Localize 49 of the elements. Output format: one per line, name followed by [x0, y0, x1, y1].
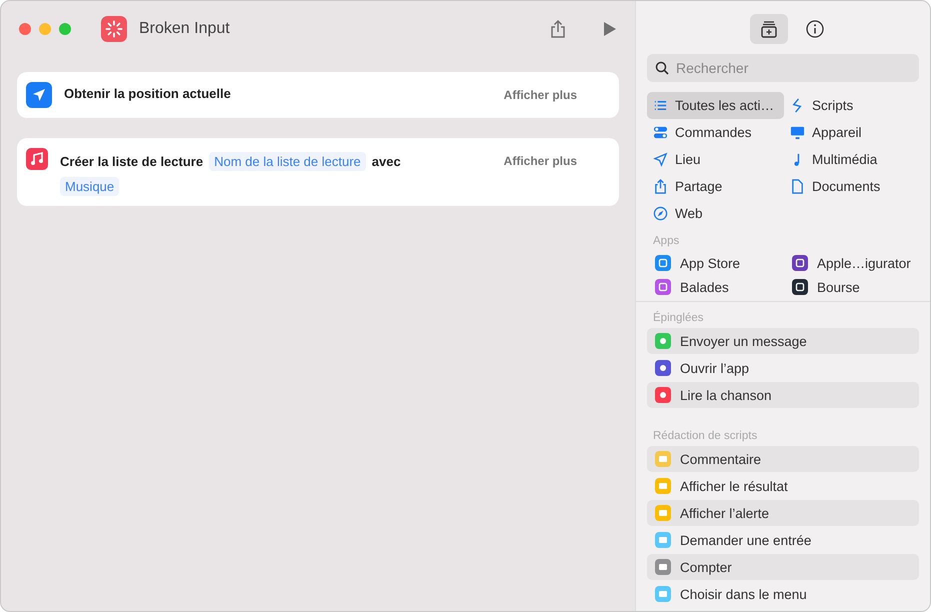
close-button[interactable]	[19, 23, 31, 35]
category-item[interactable]: Web	[647, 200, 784, 227]
music-note-icon	[26, 148, 48, 170]
category-item[interactable]: Toutes les acti…	[647, 92, 784, 119]
toggle-icon	[653, 125, 668, 140]
location-icon	[653, 152, 668, 167]
action-item[interactable]: Choisir dans le menu	[647, 581, 919, 607]
action-item[interactable]: Commentaire	[647, 446, 919, 472]
category-item[interactable]: Scripts	[784, 92, 919, 119]
display-icon	[790, 125, 805, 140]
library-icon	[760, 20, 778, 38]
category-item[interactable]: Multimédia	[784, 146, 919, 173]
action-item[interactable]: Envoyer un message	[647, 328, 919, 354]
category-item[interactable]: Documents	[784, 173, 919, 200]
show-more-link[interactable]: Afficher plus	[504, 82, 577, 102]
play-icon[interactable]	[603, 21, 617, 37]
category-item[interactable]: Lieu	[647, 146, 784, 173]
search-field[interactable]: Rechercher	[647, 54, 919, 82]
app-item[interactable]: App Store	[647, 251, 784, 275]
action-title: Obtenir la position actuelle	[64, 86, 231, 101]
compass-icon	[653, 206, 668, 221]
action-title: Créer la liste de lecture	[60, 154, 204, 169]
category-item[interactable]: Appareil	[784, 119, 919, 146]
section-heading: Rédaction de scripts	[652, 429, 758, 444]
action-card[interactable]: Créer la liste de lecture Nom de la liste de lecture avec Musique Afficher plus	[17, 138, 619, 206]
action-text: avec	[372, 154, 401, 169]
share-icon[interactable]	[549, 19, 567, 39]
info-icon	[806, 20, 824, 38]
action-item[interactable]: Compter	[647, 554, 919, 580]
list-icon	[653, 98, 668, 113]
app-item[interactable]: Balades	[647, 275, 784, 299]
action-item[interactable]: Lire la chanson	[647, 382, 919, 408]
action-item[interactable]: Demander une entrée	[647, 527, 919, 553]
action-item[interactable]: Afficher le résultat	[647, 473, 919, 499]
category-item[interactable]: Partage	[647, 173, 784, 200]
sparkle-icon	[101, 16, 127, 42]
action-library-tab[interactable]	[750, 14, 788, 44]
section-heading: Épinglées	[652, 310, 705, 326]
section-heading: Apps	[652, 234, 680, 249]
action-item[interactable]: Ouvrir l’app	[647, 355, 919, 381]
action-card[interactable]: Obtenir la position actuelle Afficher plus	[17, 72, 619, 118]
doc-icon	[790, 179, 805, 194]
app-item[interactable]: Apple…igurator	[784, 251, 919, 275]
category-item[interactable]: Commandes	[647, 119, 784, 146]
window-title: Broken Input	[139, 20, 230, 38]
show-more-link[interactable]: Afficher plus	[504, 148, 577, 168]
app-item[interactable]: Bourse	[784, 275, 919, 299]
action-item[interactable]: Afficher l’alerte	[647, 500, 919, 526]
share-icon	[653, 179, 668, 194]
